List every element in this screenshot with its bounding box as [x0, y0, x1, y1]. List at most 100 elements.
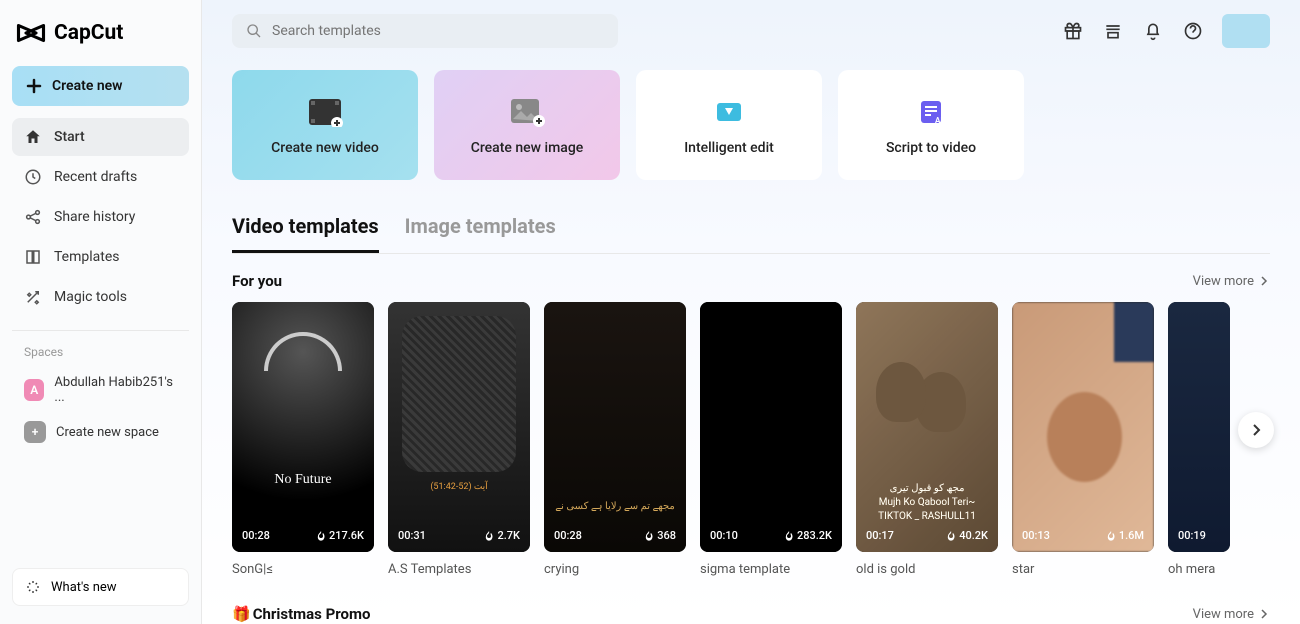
template-name: star	[1012, 562, 1154, 577]
tab-video-templates[interactable]: Video templates	[232, 214, 379, 253]
top-icons	[1062, 14, 1270, 48]
clock-icon	[24, 168, 42, 186]
script-label: Script to video	[886, 140, 976, 156]
space-user-name: Abdullah Habib251's ...	[54, 375, 177, 405]
script-icon: AI	[913, 94, 949, 130]
nav-recent-label: Recent drafts	[54, 169, 137, 185]
nav-magic-label: Magic tools	[54, 289, 127, 305]
main-content: Create new video Create new image Intell…	[202, 0, 1300, 624]
template-tabs: Video templates Image templates	[232, 214, 1270, 254]
template-item[interactable]: 00:1740.2K old is gold	[856, 302, 998, 577]
template-item[interactable]: 00:19 oh mera	[1168, 302, 1230, 577]
use-count: 217.6K	[329, 529, 364, 542]
intelligent-edit-card[interactable]: Intelligent edit	[636, 70, 822, 180]
template-item[interactable]: 00:10283.2K sigma template	[700, 302, 842, 577]
fire-icon	[316, 531, 326, 541]
use-count: 2.7K	[497, 529, 520, 542]
template-list: 00:28 217.6K SonG|≤ 00:31 2.7K A.S Templat…	[232, 302, 1270, 577]
divider	[12, 330, 189, 331]
action-cards: Create new video Create new image Intell…	[232, 70, 1270, 180]
use-count: 283.2K	[797, 529, 832, 542]
use-count: 1.6M	[1119, 529, 1144, 542]
christmas-promo-title: 🎁Christmas Promo	[232, 605, 370, 623]
duration: 00:13	[1022, 529, 1050, 542]
duration: 00:28	[242, 529, 270, 542]
plus-icon	[26, 78, 42, 94]
gift-icon[interactable]	[1062, 20, 1084, 42]
template-name: A.S Templates	[388, 562, 530, 577]
fire-icon	[946, 531, 956, 541]
create-new-space[interactable]: + Create new space	[12, 413, 189, 451]
share-icon	[24, 208, 42, 226]
use-count: 40.2K	[959, 529, 988, 542]
next-arrow-button[interactable]	[1238, 412, 1274, 448]
create-new-button[interactable]: Create new	[12, 66, 189, 106]
template-item[interactable]: 00:28 217.6K SonG|≤	[232, 302, 374, 577]
home-icon	[24, 128, 42, 146]
chevron-right-icon	[1258, 608, 1270, 620]
logo[interactable]: CapCut	[12, 18, 189, 66]
use-count: 368	[657, 529, 676, 542]
help-icon[interactable]	[1182, 20, 1204, 42]
script-to-video-card[interactable]: AI Script to video	[838, 70, 1024, 180]
chevron-right-icon	[1258, 275, 1270, 287]
fire-icon	[644, 531, 654, 541]
whats-new-label: What's new	[51, 580, 117, 595]
template-name: crying	[544, 562, 686, 577]
create-new-image-card[interactable]: Create new image	[434, 70, 620, 180]
sidebar: CapCut Create new Start Recent drafts Sh…	[0, 0, 202, 624]
tab-image-templates[interactable]: Image templates	[405, 214, 556, 253]
plus-icon: +	[24, 421, 46, 443]
templates-icon	[24, 248, 42, 266]
whats-new-button[interactable]: What's new	[12, 568, 189, 606]
spaces-heading: Spaces	[12, 345, 189, 367]
for-you-header: For you View more	[232, 272, 1270, 290]
space-user[interactable]: A Abdullah Habib251's ...	[12, 367, 189, 413]
nav-start-label: Start	[54, 129, 85, 145]
duration: 00:28	[554, 529, 582, 542]
space-avatar: A	[24, 379, 44, 401]
template-item[interactable]: 00:31 2.7K A.S Templates	[388, 302, 530, 577]
search-icon	[246, 23, 262, 39]
view-more-promo[interactable]: View more	[1193, 607, 1270, 622]
magic-icon	[24, 288, 42, 306]
create-space-label: Create new space	[56, 425, 159, 440]
nav-templates[interactable]: Templates	[12, 238, 189, 276]
nav-share-history[interactable]: Share history	[12, 198, 189, 236]
christmas-promo-header: 🎁Christmas Promo View more	[232, 605, 1270, 623]
image-icon	[509, 94, 545, 130]
search-box[interactable]	[232, 14, 618, 48]
bell-icon[interactable]	[1142, 20, 1164, 42]
avatar[interactable]	[1222, 14, 1270, 48]
view-more-label: View more	[1193, 274, 1254, 289]
view-more-label: View more	[1193, 607, 1254, 622]
new-image-label: Create new image	[471, 140, 584, 156]
logo-text: CapCut	[54, 21, 123, 45]
svg-text:AI: AI	[935, 116, 943, 125]
nav-templates-label: Templates	[54, 249, 120, 265]
fire-icon	[784, 531, 794, 541]
view-more-for-you[interactable]: View more	[1193, 274, 1270, 289]
duration: 00:31	[398, 529, 426, 542]
gift-emoji: 🎁	[232, 605, 251, 623]
create-new-video-card[interactable]: Create new video	[232, 70, 418, 180]
template-item[interactable]: 00:13 1.6M star	[1012, 302, 1154, 577]
video-icon	[307, 94, 343, 130]
template-name: oh mera	[1168, 562, 1230, 577]
fire-icon	[484, 531, 494, 541]
template-name: old is gold	[856, 562, 998, 577]
archive-icon[interactable]	[1102, 20, 1124, 42]
template-name: SonG|≤	[232, 562, 374, 577]
topbar	[232, 14, 1270, 48]
nav-start[interactable]: Start	[12, 118, 189, 156]
promo-title-text: Christmas Promo	[253, 605, 371, 623]
nav-share-label: Share history	[54, 209, 135, 225]
duration: 00:10	[710, 529, 738, 542]
nav-recent-drafts[interactable]: Recent drafts	[12, 158, 189, 196]
intelligent-label: Intelligent edit	[684, 140, 774, 156]
search-input[interactable]	[272, 23, 604, 39]
nav-magic-tools[interactable]: Magic tools	[12, 278, 189, 316]
fire-icon	[1106, 531, 1116, 541]
template-item[interactable]: 00:28 368 crying	[544, 302, 686, 577]
new-video-label: Create new video	[271, 140, 379, 156]
